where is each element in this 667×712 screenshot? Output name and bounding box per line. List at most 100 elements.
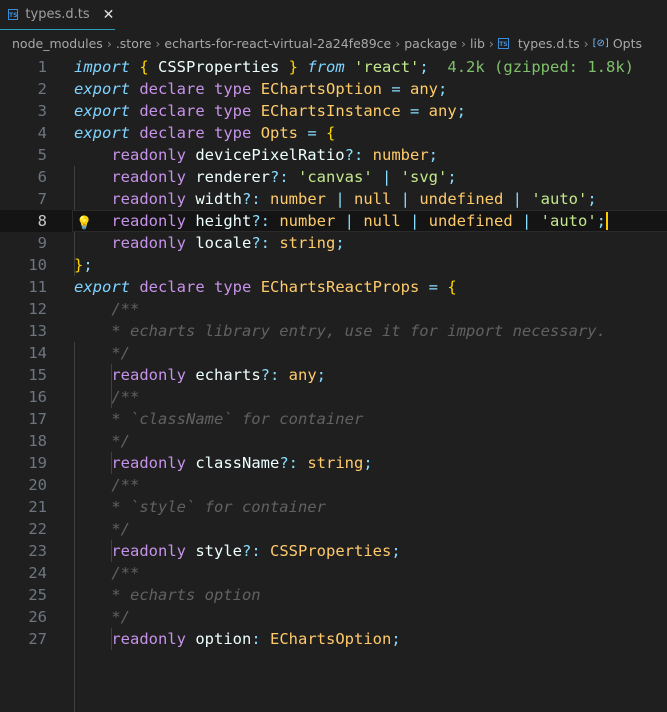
chevron-right-icon: › bbox=[395, 35, 401, 51]
code-token: /** bbox=[111, 388, 140, 406]
code-line[interactable]: 26 */ bbox=[0, 606, 667, 628]
variable-symbol-icon: [⊘] bbox=[592, 37, 609, 49]
breadcrumb-item[interactable]: types.d.ts bbox=[518, 36, 580, 51]
breadcrumb-item[interactable]: lib bbox=[470, 36, 485, 51]
typescript-file-icon: TS bbox=[8, 9, 19, 20]
code-line[interactable]: 24 /** bbox=[0, 562, 667, 584]
code-line[interactable]: 12 /** bbox=[0, 298, 667, 320]
code-line[interactable]: 22 */ bbox=[0, 518, 667, 540]
code-token: ; bbox=[391, 630, 401, 648]
code-line[interactable]: 1 import { CSSProperties } from 'react'; … bbox=[0, 56, 667, 78]
code-token: readonly bbox=[111, 454, 186, 472]
chevron-right-icon: › bbox=[583, 35, 589, 51]
code-token: devicePixelRatio bbox=[195, 146, 345, 164]
breadcrumb-item[interactable]: echarts-for-react-virtual-2a24fe89ce bbox=[164, 36, 391, 51]
code-token: { bbox=[139, 58, 149, 76]
code-line[interactable]: 11 export declare type EChartsReactProps … bbox=[0, 276, 667, 298]
code-line[interactable]: 17 * `className` for container bbox=[0, 408, 667, 430]
code-editor[interactable]: 1 import { CSSProperties } from 'react'; … bbox=[0, 56, 667, 712]
code-text: /** bbox=[74, 562, 139, 584]
code-line[interactable]: 8 💡 readonly height?: number | null | und… bbox=[0, 210, 667, 232]
code-token: string bbox=[307, 454, 364, 472]
code-token: echarts bbox=[195, 366, 261, 384]
code-token: CSSProperties bbox=[270, 542, 392, 560]
code-line[interactable]: 15 readonly echarts?: any; bbox=[0, 364, 667, 386]
code-line[interactable]: 4 export declare type Opts = { bbox=[0, 122, 667, 144]
code-token: = bbox=[298, 124, 327, 142]
code-line[interactable]: 25 * echarts option bbox=[0, 584, 667, 606]
code-line[interactable]: 27 readonly option: EChartsOption; bbox=[0, 628, 667, 650]
code-line[interactable]: 18 */ bbox=[0, 430, 667, 452]
code-line[interactable]: 5 readonly devicePixelRatio?: number; bbox=[0, 144, 667, 166]
code-token: number bbox=[372, 146, 429, 164]
line-number: 16 bbox=[28, 388, 47, 406]
code-line[interactable]: 10}; bbox=[0, 254, 667, 276]
code-token: | bbox=[512, 212, 541, 230]
code-token: option bbox=[195, 630, 252, 648]
line-number: 9 bbox=[37, 234, 47, 252]
code-line[interactable]: 6 readonly renderer?: 'canvas' | 'svg'; bbox=[0, 166, 667, 188]
chevron-right-icon: › bbox=[106, 35, 112, 51]
code-text: export declare type EChartsReactProps = … bbox=[74, 276, 457, 298]
code-token: ; bbox=[316, 366, 327, 384]
code-line[interactable]: 16 /** bbox=[0, 386, 667, 408]
breadcrumb-item[interactable]: .store bbox=[116, 36, 152, 51]
breadcrumb-item[interactable]: Opts bbox=[613, 36, 642, 51]
line-number: 18 bbox=[28, 432, 47, 450]
code-text: */ bbox=[74, 606, 130, 628]
code-token: * `style` for container bbox=[111, 498, 326, 516]
breadcrumb: node_modules › .store › echarts-for-react-vi… bbox=[0, 30, 667, 56]
code-token: | bbox=[335, 212, 364, 230]
code-text: * echarts option bbox=[74, 584, 260, 606]
code-token: export bbox=[74, 102, 130, 120]
close-icon[interactable]: ✕ bbox=[103, 7, 115, 23]
code-line[interactable]: 23 readonly style?: CSSProperties; bbox=[0, 540, 667, 562]
breadcrumb-item[interactable]: node_modules bbox=[12, 36, 103, 51]
code-line[interactable]: 21 * `style` for container bbox=[0, 496, 667, 518]
code-line[interactable]: 13 * echarts library entry, use it for i… bbox=[0, 320, 667, 342]
breadcrumb-item[interactable]: package bbox=[404, 36, 457, 51]
chevron-right-icon: › bbox=[488, 35, 494, 51]
tab-types-d-ts[interactable]: TS types.d.ts ✕ bbox=[0, 0, 115, 30]
code-token: EChartsReactProps bbox=[260, 278, 420, 296]
code-line[interactable]: 7 readonly width?: number | null | undef… bbox=[0, 188, 667, 210]
code-line[interactable]: 20 /** bbox=[0, 474, 667, 496]
code-line[interactable]: 19 readonly className?: string; bbox=[0, 452, 667, 474]
code-token: | bbox=[326, 190, 355, 208]
code-line[interactable]: 14 */ bbox=[0, 342, 667, 364]
code-text: export declare type Opts = { bbox=[74, 122, 335, 144]
code-text: readonly devicePixelRatio?: number; bbox=[74, 144, 438, 166]
code-token: } bbox=[288, 58, 299, 76]
line-number: 3 bbox=[37, 102, 47, 120]
code-line[interactable]: 9 readonly locale?: string; bbox=[0, 232, 667, 254]
code-token: readonly bbox=[111, 146, 186, 164]
line-number: 21 bbox=[28, 498, 47, 516]
code-line[interactable]: 2 export declare type EChartsOption = any… bbox=[0, 78, 667, 100]
code-line[interactable]: 3 export declare type EChartsInstance = a… bbox=[0, 100, 667, 122]
line-number: 25 bbox=[28, 586, 47, 604]
code-token: type bbox=[214, 102, 252, 120]
code-token: number bbox=[270, 190, 327, 208]
code-token: type bbox=[214, 278, 252, 296]
code-text: export declare type EChartsInstance = an… bbox=[74, 100, 466, 122]
code-text: readonly echarts?: any; bbox=[74, 364, 326, 386]
code-token: ; bbox=[438, 80, 448, 98]
tab-label: types.d.ts bbox=[25, 7, 90, 22]
code-token: 'auto' bbox=[531, 190, 588, 208]
code-text: /** bbox=[74, 298, 139, 320]
code-token: declare bbox=[139, 124, 205, 142]
